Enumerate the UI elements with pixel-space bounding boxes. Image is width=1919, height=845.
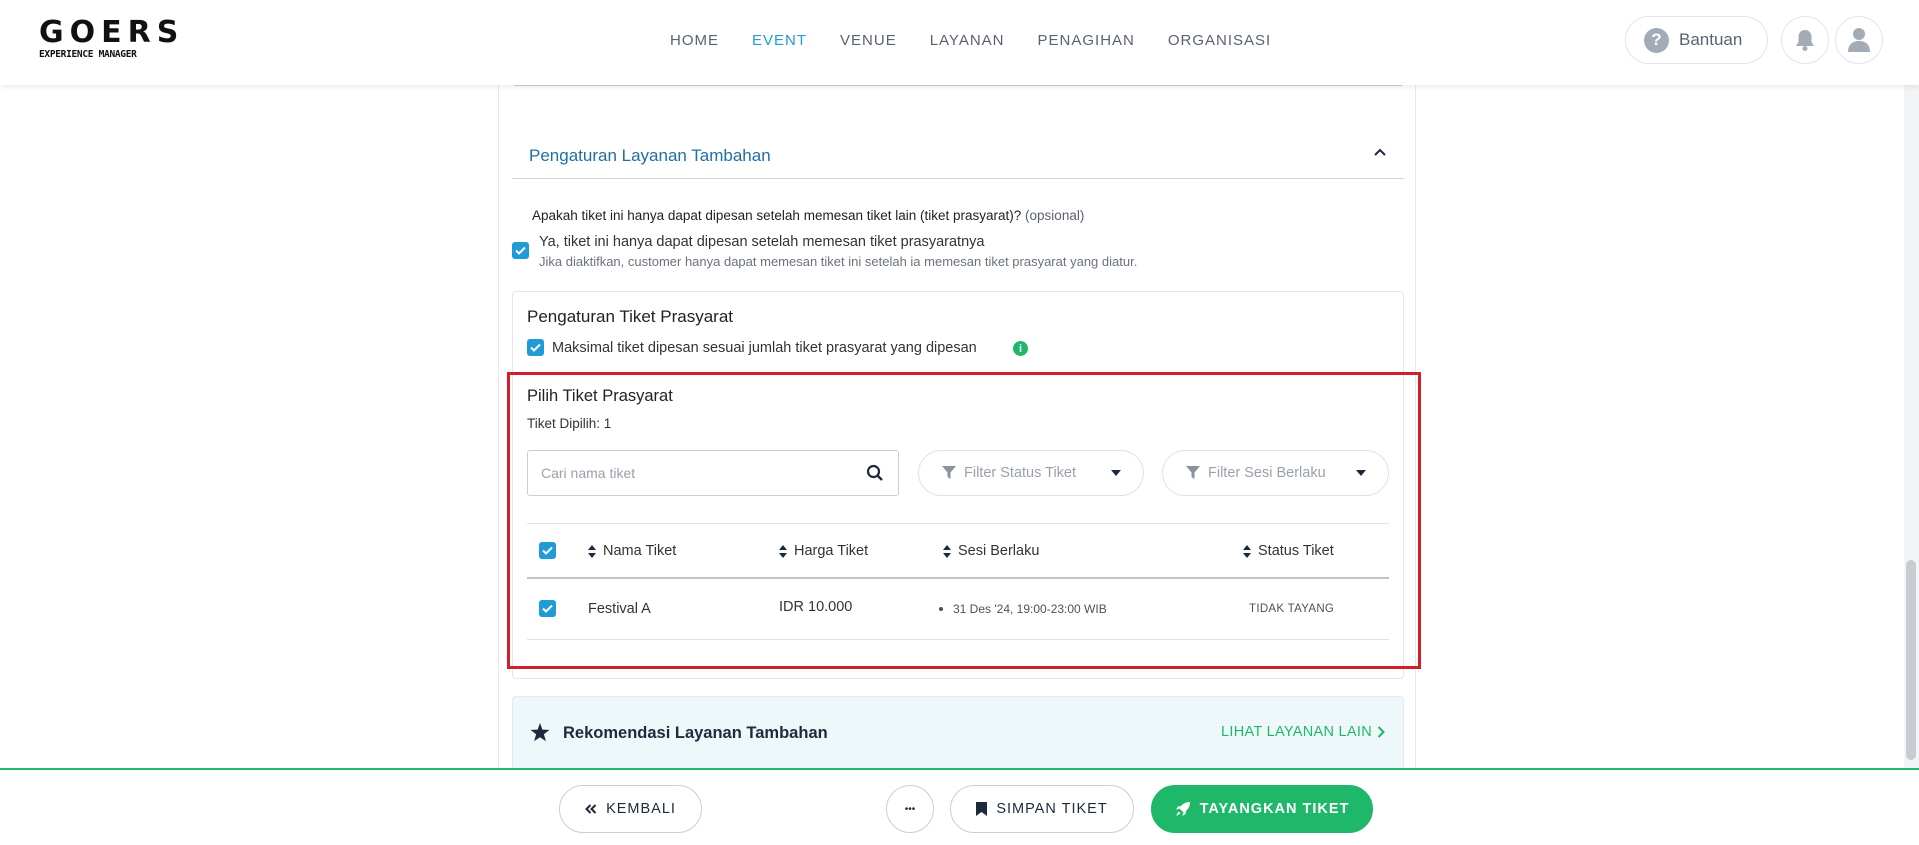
highlight-box [507, 372, 1421, 669]
help-label: Bantuan [1679, 30, 1743, 49]
selected-count: Tiket Dipilih: 1 [527, 416, 612, 431]
rekomendasi-title: Rekomendasi Layanan Tambahan [563, 724, 828, 742]
nav-penagihan[interactable]: PENAGIHAN [1038, 32, 1135, 49]
user-icon [1848, 28, 1870, 52]
back-button[interactable]: KEMBALI [559, 785, 702, 833]
caret-down-icon [1356, 470, 1366, 476]
nav-event[interactable]: EVENT [752, 32, 807, 49]
filter-status-label: Filter Status Tiket [964, 465, 1077, 481]
sort-icon [588, 544, 596, 558]
select-prasyarat-title: Pilih Tiket Prasyarat [527, 387, 673, 405]
save-ticket-button[interactable]: SIMPAN TIKET [950, 785, 1134, 833]
table-header-border [527, 577, 1389, 579]
info-icon[interactable]: i [1013, 341, 1028, 356]
prasyarat-settings-title: Pengaturan Tiket Prasyarat [527, 307, 734, 326]
caret-down-icon [1111, 470, 1121, 476]
column-header-sesi[interactable]: Sesi Berlaku [943, 543, 1039, 559]
sort-icon [779, 544, 787, 558]
sort-icon [943, 544, 951, 558]
publish-ticket-label: TAYANGKAN TIKET [1199, 801, 1350, 817]
help-button[interactable]: ? Bantuan [1625, 16, 1768, 64]
goers-logo[interactable]: GOERS EXPERIENCE MANAGER [39, 15, 185, 61]
table-row-border [527, 639, 1389, 640]
check-icon [542, 604, 553, 613]
prasyarat-checkbox[interactable] [512, 242, 529, 259]
divider [514, 85, 1402, 86]
filter-sesi-label: Filter Sesi Berlaku [1208, 465, 1326, 481]
filter-sesi-dropdown[interactable]: Filter Sesi Berlaku [1162, 450, 1389, 496]
nav-home[interactable]: HOME [670, 32, 719, 49]
cell-harga-tiket: IDR 10.000 [779, 599, 853, 615]
table-top-border [527, 523, 1389, 524]
cell-status-tiket: TIDAK TAYANG [1249, 603, 1335, 615]
search-input[interactable]: Cari nama tiket [527, 450, 899, 496]
back-label: KEMBALI [606, 801, 676, 817]
bookmark-icon [976, 802, 988, 816]
check-icon [542, 546, 553, 555]
lihat-layanan-link[interactable]: LIHAT LAYANAN LAIN [1221, 724, 1385, 740]
sort-icon [1243, 544, 1251, 558]
column-header-nama[interactable]: Nama Tiket [588, 543, 676, 559]
notification-button[interactable] [1781, 16, 1829, 64]
star-icon [530, 723, 550, 742]
divider [512, 178, 1404, 179]
nav-venue[interactable]: VENUE [840, 32, 897, 49]
more-options-button[interactable]: ••• [886, 785, 934, 833]
check-icon [530, 343, 541, 352]
cell-nama-tiket: Festival A [588, 601, 651, 617]
column-header-harga[interactable]: Harga Tiket [779, 543, 868, 559]
save-ticket-label: SIMPAN TIKET [996, 801, 1108, 817]
chevron-right-icon [1377, 726, 1385, 738]
top-navbar: GOERS EXPERIENCE MANAGER HOME EVENT VENU… [0, 0, 1919, 85]
nav-organisasi[interactable]: ORGANISASI [1168, 32, 1271, 49]
check-icon [515, 246, 526, 255]
filter-icon [942, 466, 956, 479]
cell-sesi-berlaku: 31 Des '24, 19:00-23:00 WIB [939, 602, 1107, 616]
prasyarat-description: Jika diaktifkan, customer hanya dapat me… [539, 254, 1138, 269]
filter-icon [1186, 466, 1200, 479]
profile-button[interactable] [1835, 16, 1883, 64]
scrollbar-thumb[interactable] [1906, 560, 1916, 760]
prasyarat-question: Apakah tiket ini hanya dapat dipesan set… [532, 208, 1084, 223]
main-nav: HOME EVENT VENUE LAYANAN PENAGIHAN ORGAN… [670, 32, 1304, 49]
column-label: Harga Tiket [794, 543, 869, 559]
publish-ticket-button[interactable]: TAYANGKAN TIKET [1151, 785, 1373, 833]
section-title[interactable]: Pengaturan Layanan Tambahan [529, 146, 771, 166]
search-icon[interactable] [866, 464, 884, 482]
double-chevron-left-icon [585, 804, 597, 814]
nav-layanan[interactable]: LAYANAN [930, 32, 1005, 49]
question-icon: ? [1644, 27, 1669, 53]
optional-text: (opsional) [1025, 208, 1085, 223]
question-text: Apakah tiket ini hanya dapat dipesan set… [532, 208, 1022, 223]
row-checkbox[interactable] [539, 600, 556, 617]
sesi-text: 31 Des '24, 19:00-23:00 WIB [953, 602, 1107, 616]
max-ticket-label: Maksimal tiket dipesan sesuai jumlah tik… [552, 340, 977, 356]
chevron-up-icon[interactable] [1373, 146, 1387, 160]
logo-sub-text: EXPERIENCE MANAGER [39, 49, 137, 60]
filter-status-dropdown[interactable]: Filter Status Tiket [918, 450, 1144, 496]
max-ticket-checkbox[interactable] [527, 339, 544, 356]
search-placeholder: Cari nama tiket [541, 465, 636, 481]
lihat-layanan-label: LIHAT LAYANAN LAIN [1221, 724, 1372, 740]
column-header-status[interactable]: Status Tiket [1243, 543, 1334, 559]
select-all-checkbox[interactable] [539, 542, 556, 559]
column-label: Status Tiket [1258, 543, 1334, 559]
rocket-icon [1175, 802, 1190, 816]
bullet-icon [939, 606, 943, 611]
column-label: Sesi Berlaku [958, 543, 1040, 559]
logo-main-text: GOERS [39, 15, 185, 50]
more-icon: ••• [904, 803, 916, 815]
column-label: Nama Tiket [603, 543, 677, 559]
bell-icon [1796, 30, 1814, 51]
prasyarat-label: Ya, tiket ini hanya dapat dipesan setela… [539, 234, 985, 250]
